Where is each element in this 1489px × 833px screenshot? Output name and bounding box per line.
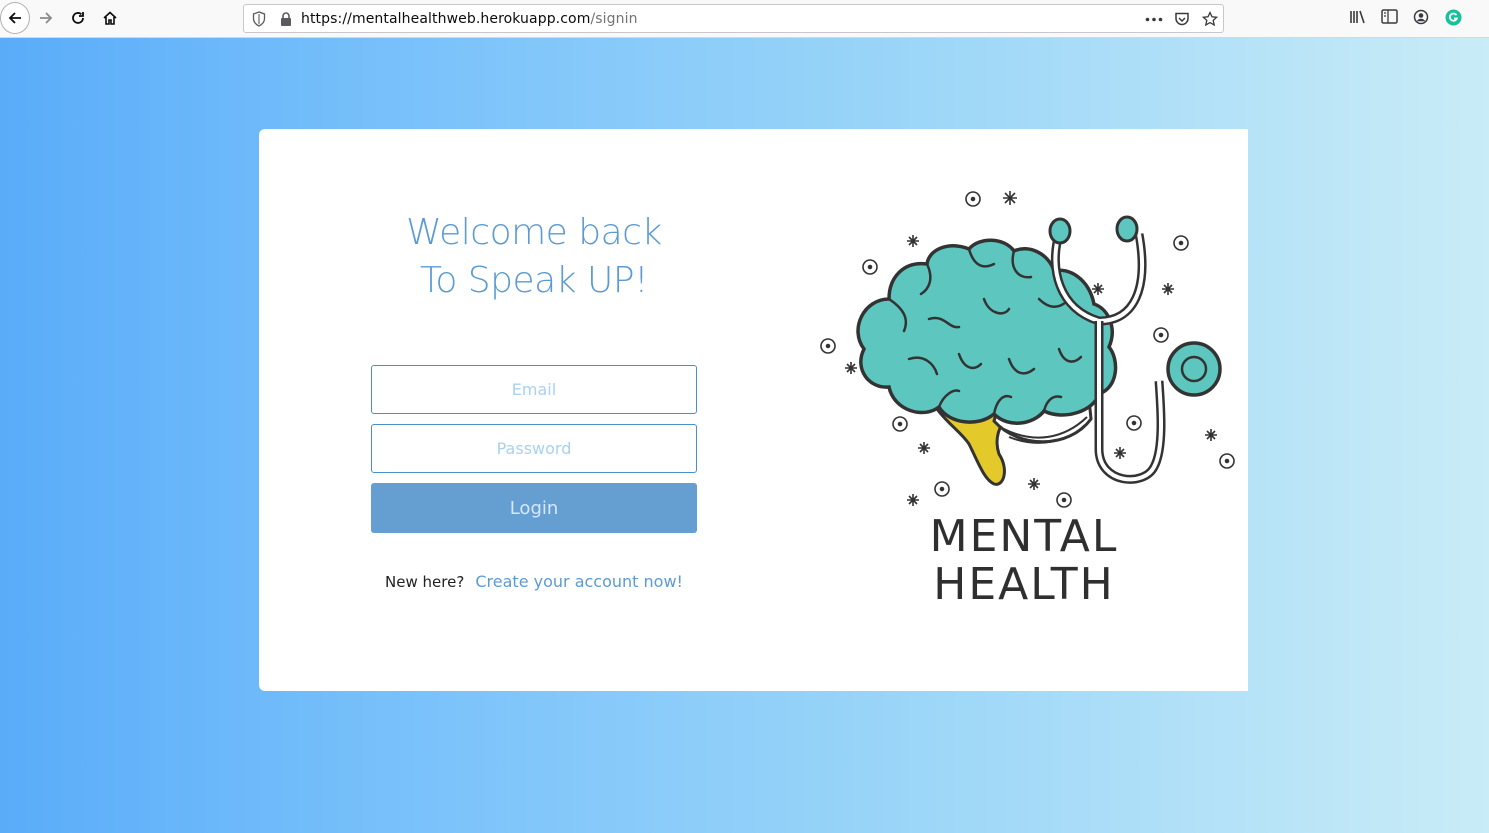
- signup-row: New here? Create your account now!: [371, 572, 697, 591]
- browser-toolbar: https://mentalhealthweb.herokuapp.com/si…: [0, 0, 1489, 38]
- url-bar[interactable]: https://mentalhealthweb.herokuapp.com/si…: [243, 4, 1224, 33]
- welcome-heading: Welcome back To Speak UP!: [371, 209, 697, 305]
- grammarly-icon[interactable]: [1445, 9, 1462, 26]
- sidebar-icon[interactable]: [1381, 9, 1398, 24]
- health-text: HEALTH: [933, 559, 1115, 610]
- back-button[interactable]: [0, 2, 30, 34]
- star-icon[interactable]: [1202, 11, 1218, 27]
- home-icon: [103, 11, 117, 25]
- brain-stethoscope-image: [820, 191, 1235, 508]
- account-icon[interactable]: [1413, 9, 1429, 25]
- login-button[interactable]: Login: [371, 483, 697, 533]
- password-field[interactable]: [371, 424, 697, 473]
- shield-icon[interactable]: [252, 11, 266, 27]
- lock-icon[interactable]: [280, 11, 292, 27]
- pocket-icon[interactable]: [1174, 11, 1190, 27]
- home-button[interactable]: [96, 4, 124, 32]
- signin-card: Welcome back To Speak UP! Login New here…: [259, 129, 1248, 691]
- url-host: https://mentalhealthweb.herokuapp.com: [301, 11, 591, 27]
- more-icon[interactable]: [1145, 17, 1163, 22]
- reload-button[interactable]: [64, 4, 92, 32]
- mental-health-illustration: MENTAL HEALTH: [809, 149, 1239, 669]
- welcome-line-1: Welcome back: [406, 212, 662, 253]
- email-field[interactable]: [371, 365, 697, 414]
- back-arrow-icon: [8, 12, 21, 24]
- create-account-link[interactable]: Create your account now!: [475, 572, 683, 591]
- mental-text: MENTAL: [929, 511, 1119, 562]
- url-path: /signin: [590, 11, 638, 27]
- welcome-line-2: To Speak UP!: [419, 260, 649, 301]
- reload-icon: [72, 12, 84, 24]
- forward-arrow-icon: [40, 12, 53, 24]
- forward-button[interactable]: [32, 4, 60, 32]
- library-icon[interactable]: [1349, 9, 1367, 25]
- new-here-text: New here?: [385, 573, 465, 591]
- page-background: Welcome back To Speak UP! Login New here…: [0, 38, 1489, 833]
- url-text: https://mentalhealthweb.herokuapp.com/si…: [301, 11, 638, 27]
